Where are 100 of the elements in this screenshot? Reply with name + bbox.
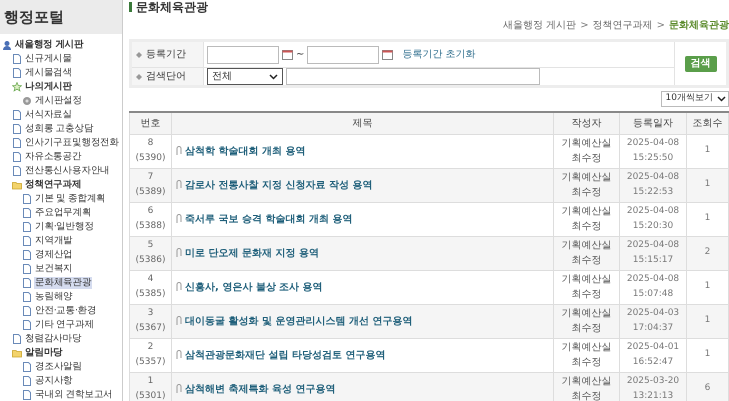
table-cell-text: 2025-04-08 15:22:53 <box>626 171 680 199</box>
column-header: 조회수 <box>686 112 728 134</box>
table-cell: 2 <box>704 247 710 258</box>
post-title-link[interactable]: 신흥사, 영은사 불상 조사 용역 <box>185 280 323 294</box>
table-cell-text: 기획예산실 최수정 <box>560 273 612 302</box>
column-header: 작성자 <box>554 112 620 134</box>
sidebar-item[interactable]: 안전·교통·환경 <box>34 305 98 317</box>
breadcrumb-link[interactable]: 정책연구과제 <box>592 18 653 33</box>
breadcrumb-separator: > <box>656 19 665 33</box>
table-cell-text: 2025-04-03 17:04:37 <box>626 307 680 335</box>
table-cell-text: 1 (5301) <box>134 375 166 401</box>
paperclip-icon <box>176 180 182 190</box>
table-cell-text: 기획예산실 최수정 <box>560 341 612 370</box>
bullet-icon <box>136 74 142 80</box>
folder-icon <box>12 348 22 358</box>
table-cell-text: 7 (5389) <box>134 171 166 199</box>
paperclip-icon <box>176 214 182 224</box>
chevron-down-icon <box>269 74 278 80</box>
sidebar-item[interactable]: 청렴감사마당 <box>24 333 82 345</box>
chevron-down-icon <box>717 96 726 102</box>
title-bar-mark <box>129 2 132 12</box>
sidebar-item[interactable]: 경조사알림 <box>34 361 84 373</box>
table-cell-text: 2025-04-08 15:20:30 <box>626 205 680 233</box>
calendar-icon[interactable] <box>282 49 293 60</box>
table-cell-text: 기획예산실 최수정 <box>560 307 612 336</box>
table-cell-text: 8 (5390) <box>134 137 166 165</box>
period-label: 등록기간 <box>146 48 186 62</box>
sidebar-item[interactable]: 보건복지 <box>34 263 74 275</box>
post-title-link[interactable]: 죽서루 국보 승격 학술대회 개최 용역 <box>185 212 352 226</box>
paperclip-icon <box>176 350 182 360</box>
post-title-link[interactable]: 미로 단오제 문화재 지정 용역 <box>185 246 319 260</box>
table-cell-text: 2025-04-08 15:07:48 <box>626 273 680 301</box>
table-cell: 1 <box>704 213 710 224</box>
folder-icon <box>12 180 22 190</box>
sidebar-item[interactable]: 성희롱 고충상담 <box>24 123 94 135</box>
sidebar-item[interactable]: 게시판설정 <box>34 95 84 107</box>
table-cell-text: 기획예산실 최수정 <box>560 375 612 401</box>
scope-select[interactable]: 전체 <box>207 68 283 85</box>
table-cell-text: 6 (5388) <box>134 205 166 233</box>
sidebar-item[interactable]: 기획·일반행정 <box>34 221 95 233</box>
sidebar-item[interactable]: 기본 및 종합계획 <box>34 193 107 205</box>
sidebar-item[interactable]: 경제산업 <box>34 249 74 261</box>
table-cell-text: 2025-04-01 16:52:47 <box>626 341 680 369</box>
table-cell-text: 기획예산실 최수정 <box>560 205 612 234</box>
sidebar-item[interactable]: 알림마당 <box>24 347 64 359</box>
table-cell-text: 4 (5385) <box>134 273 166 301</box>
table-cell: 1 <box>704 145 710 156</box>
table-cell-text: 기획예산실 최수정 <box>560 137 612 166</box>
table-cell-text: 기획예산실 최수정 <box>560 239 612 268</box>
sidebar-item[interactable]: 서식자료실 <box>24 109 74 121</box>
table-cell-text: 2025-03-20 13:21:13 <box>626 375 680 401</box>
sidebar-item[interactable]: 신규게시물 <box>24 53 74 65</box>
sidebar-item[interactable]: 지역개발 <box>34 235 74 247</box>
page-title: 문화체육관광 <box>136 1 208 13</box>
table-cell-text: 2025-04-08 15:15:17 <box>626 239 680 267</box>
table-cell: 1 <box>704 179 710 190</box>
page-size-select[interactable]: 10개씩보기 <box>660 91 729 107</box>
sidebar-item[interactable]: 정책연구과제 <box>24 179 82 191</box>
range-separator: ~ <box>296 48 304 62</box>
table-cell-text: 기획예산실 최수정 <box>560 171 612 200</box>
breadcrumb-link[interactable]: 새올행정 게시판 <box>503 18 576 33</box>
sidebar-item[interactable]: 인사기구표및행정전화 <box>24 137 120 149</box>
table-cell-text: 5 (5386) <box>134 239 166 267</box>
end-date-field[interactable] <box>307 46 380 64</box>
gear-icon <box>22 96 32 106</box>
paperclip-icon <box>176 384 182 394</box>
post-title-link[interactable]: 삼척학 학술대회 개최 용역 <box>185 144 306 158</box>
paperclip-icon <box>176 146 182 156</box>
star-icon <box>12 82 22 92</box>
table-cell: 1 <box>704 281 710 292</box>
column-header: 등록일자 <box>620 112 686 134</box>
sidebar-item[interactable]: 주요업무계획 <box>34 207 92 219</box>
table-cell: 1 <box>704 349 710 360</box>
sidebar-item[interactable]: 자유소통공간 <box>24 151 82 163</box>
table-cell: 1 <box>704 315 710 326</box>
start-date-field[interactable] <box>207 46 279 64</box>
paperclip-icon <box>176 282 182 292</box>
sidebar-item[interactable]: 전산통신사용자안내 <box>24 165 111 177</box>
table-cell-text: 3 (5367) <box>134 307 166 335</box>
sidebar-item[interactable]: 게시물검색 <box>24 67 74 79</box>
calendar-icon[interactable] <box>382 49 394 60</box>
paperclip-icon <box>176 316 182 326</box>
breadcrumb-link[interactable]: 문화체육관광 <box>669 18 729 33</box>
bullet-icon <box>136 52 142 58</box>
table-cell-text: 2025-04-08 15:25:50 <box>626 137 680 165</box>
keyword-label: 검색단어 <box>146 70 186 84</box>
portal-title: 행정포털 <box>4 6 64 28</box>
sidebar-item[interactable]: 국내외 견학보고서 <box>34 389 114 401</box>
keyword-field[interactable] <box>286 68 540 85</box>
sidebar-item[interactable]: 공지사항 <box>34 375 74 387</box>
sidebar-item[interactable]: 나의게시판 <box>24 81 74 93</box>
person-icon <box>2 40 12 50</box>
table-cell-text: 2 (5357) <box>134 341 166 369</box>
sidebar-item[interactable]: 농림해양 <box>34 291 74 303</box>
column-header: 번호 <box>130 112 172 134</box>
sidebar-item[interactable]: 문화체육관광 <box>34 277 92 289</box>
sidebar-item[interactable]: 새올행정 게시판 <box>14 39 85 51</box>
sidebar-item[interactable]: 기타 연구과제 <box>34 319 95 331</box>
reset-period-link[interactable]: 등록기간 초기화 <box>402 47 476 62</box>
paperclip-icon <box>176 248 182 258</box>
